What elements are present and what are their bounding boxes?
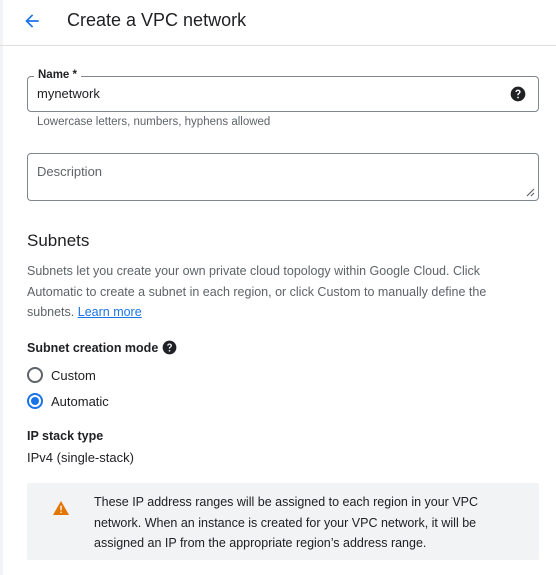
subnets-heading: Subnets	[27, 231, 90, 250]
warning-icon	[53, 501, 69, 515]
page-title: Create a VPC network	[67, 10, 247, 30]
radio-custom-button[interactable]	[27, 367, 43, 383]
name-field[interactable]: Name * mynetwork	[27, 69, 539, 112]
notice-text: These IP address ranges will be assigned…	[94, 495, 479, 550]
learn-more-link[interactable]: Learn more	[78, 305, 142, 319]
radio-custom[interactable]: Custom	[27, 366, 96, 384]
page-header: Create a VPC network	[0, 0, 556, 46]
description-field[interactable]: Description	[27, 153, 539, 201]
subnet-creation-mode-label: Subnet creation mode	[27, 341, 159, 355]
resize-grip-icon[interactable]	[525, 187, 535, 197]
name-input[interactable]: mynetwork	[37, 86, 100, 101]
radio-automatic[interactable]: Automatic	[27, 392, 109, 410]
back-button[interactable]	[18, 9, 46, 33]
help-circle-icon[interactable]	[162, 340, 177, 355]
name-field-label: Name *	[34, 69, 81, 81]
ip-stack-type-value: IPv4 (single-stack)	[27, 450, 134, 465]
radio-automatic-button[interactable]	[27, 393, 43, 409]
radio-automatic-label: Automatic	[51, 393, 109, 409]
ip-range-notice: These IP address ranges will be assigned…	[27, 483, 539, 560]
radio-custom-label: Custom	[51, 367, 96, 383]
help-circle-icon[interactable]	[510, 86, 526, 102]
subnets-description: Subnets let you create your own private …	[27, 261, 527, 323]
name-hint: Lowercase letters, numbers, hyphens allo…	[37, 116, 271, 128]
description-placeholder: Description	[37, 164, 103, 179]
left-panel-edge	[0, 0, 3, 575]
ip-stack-type-label: IP stack type	[27, 429, 104, 443]
arrow-back-icon	[25, 14, 39, 28]
